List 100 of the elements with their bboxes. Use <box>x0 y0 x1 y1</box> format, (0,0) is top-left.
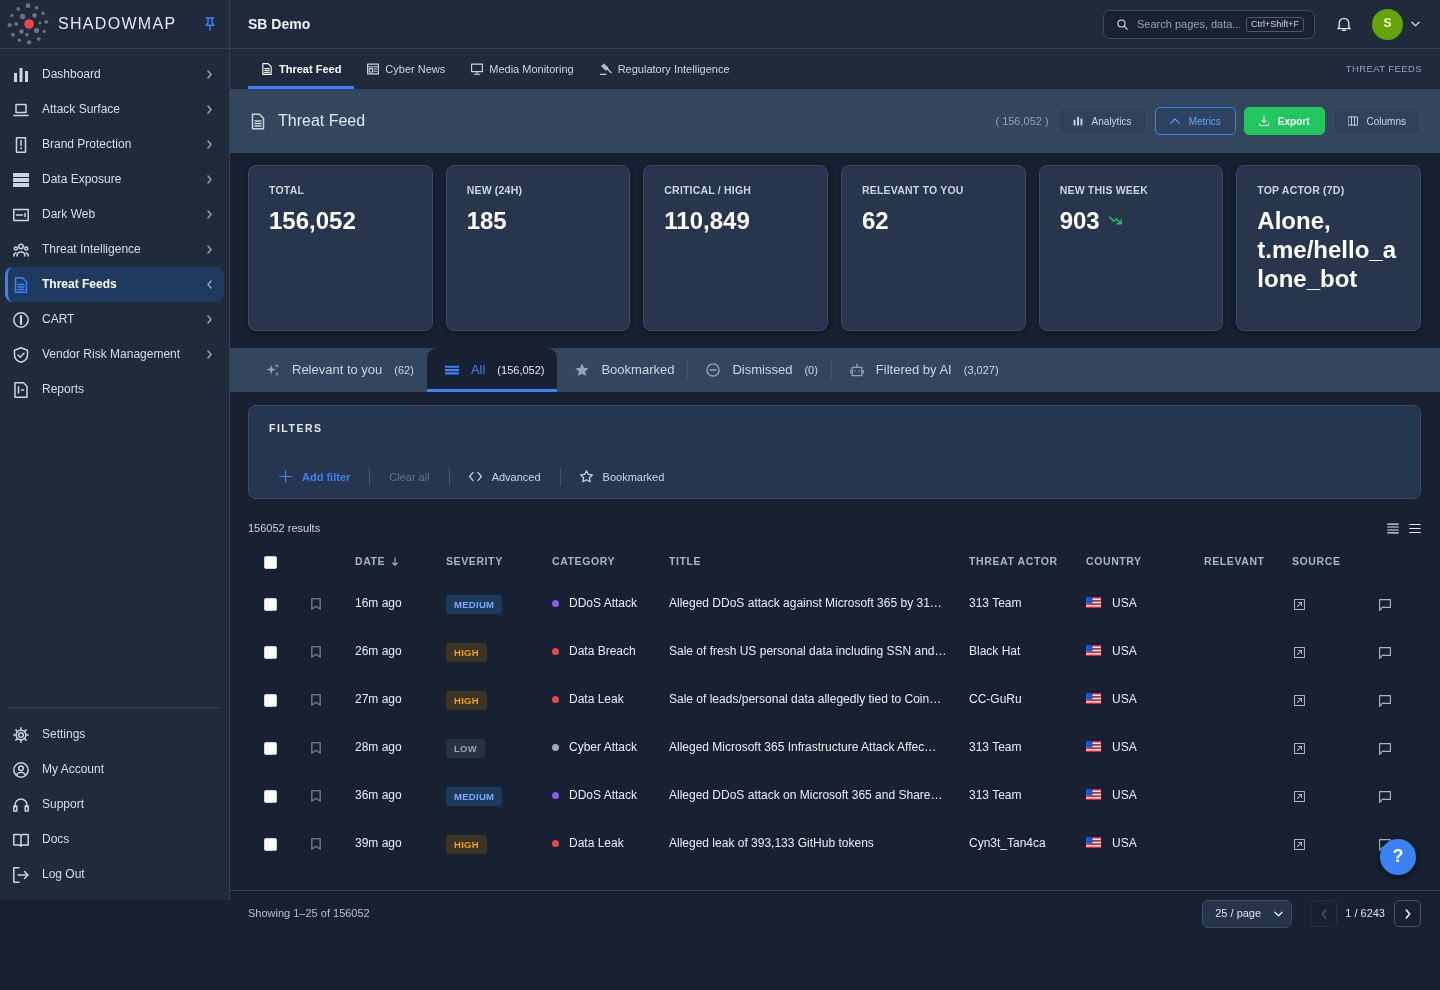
comment-icon[interactable] <box>1379 791 1391 804</box>
sidebar-item[interactable]: Support <box>5 787 224 822</box>
bar-chart-icon <box>1072 116 1083 126</box>
sidebar-item[interactable]: Dashboard <box>5 57 224 92</box>
actor-cell-text: 313 Team <box>968 739 1023 757</box>
workspace-name: SB Demo <box>248 14 311 34</box>
bell-icon[interactable] <box>1337 16 1351 32</box>
stat-value: 185 <box>466 206 508 235</box>
toolbar-button[interactable]: Columns <box>1332 107 1421 135</box>
help-button[interactable]: ? <box>1380 839 1416 875</box>
external-link-icon[interactable] <box>1294 742 1305 754</box>
page-size-select[interactable]: 25 / page <box>1202 899 1293 928</box>
people-icon <box>13 241 29 258</box>
sidebar-item[interactable]: Log Out <box>5 857 224 892</box>
shield-check-icon <box>13 346 29 363</box>
sidebar-item[interactable]: Settings <box>5 717 224 752</box>
title-cell[interactable]: Sale of fresh US personal data including SSN and… <box>654 628 954 676</box>
severity-badge: LOW <box>446 738 486 758</box>
comment-icon[interactable] <box>1379 695 1391 708</box>
filter-tab[interactable]: Filtered by AI (3,027) <box>831 348 1012 392</box>
sidebar-item[interactable]: Brand Protection <box>5 127 224 162</box>
external-link-icon[interactable] <box>1294 790 1305 802</box>
actor-cell-text: 313 Team <box>968 787 1023 805</box>
bookmark-icon[interactable] <box>311 694 321 707</box>
sidebar-item[interactable]: CART <box>5 302 224 337</box>
title-cell[interactable]: Alleged DDoS attack on Microsoft 365 and Share… <box>654 772 954 820</box>
lines-icon <box>444 363 459 377</box>
external-link-icon[interactable] <box>1294 694 1305 706</box>
external-link-icon[interactable] <box>1294 646 1305 658</box>
bookmark-icon[interactable] <box>311 646 321 659</box>
gavel-icon <box>599 63 612 75</box>
filter-tab[interactable]: Relevant to you (62) <box>248 348 427 392</box>
stat-label: NEW THIS WEEK <box>1059 184 1149 197</box>
search-icon <box>1117 18 1128 30</box>
comment-icon[interactable] <box>1379 743 1391 756</box>
bookmark-icon[interactable] <box>311 790 321 803</box>
sidebar-item[interactable]: Threat Feeds <box>5 267 224 302</box>
row-checkbox[interactable] <box>264 645 277 659</box>
page-title: Threat Feed <box>278 111 366 131</box>
title-cell[interactable]: Alleged DDoS attack against Microsoft 365 by 31… <box>654 580 954 628</box>
list-icon[interactable] <box>1387 522 1399 534</box>
bar-chart-icon <box>13 66 29 83</box>
toolbar-button[interactable]: Metrics <box>1154 107 1236 135</box>
comment-icon[interactable] <box>1379 647 1391 660</box>
book-icon <box>13 831 29 848</box>
row-checkbox[interactable] <box>264 837 277 851</box>
chevron-left-icon <box>1320 908 1327 919</box>
category-label: DDoS Attack <box>569 596 638 611</box>
next-page-button[interactable] <box>1394 900 1421 927</box>
row-checkbox[interactable] <box>264 741 277 755</box>
result-count: ( 156,052 ) <box>995 113 1049 129</box>
breadcrumb: THREAT FEEDS <box>1345 62 1422 76</box>
sidebar-item[interactable]: Threat Intelligence <box>5 232 224 267</box>
sidebar-item[interactable]: Dark Web <box>5 197 224 232</box>
bookmark-icon[interactable] <box>311 742 321 755</box>
toolbar-button[interactable]: Analytics <box>1057 107 1147 135</box>
nav-tab[interactable]: Cyber News <box>354 49 459 89</box>
sidebar-item[interactable]: Reports <box>5 372 224 407</box>
external-link-icon[interactable] <box>1294 838 1305 850</box>
row-checkbox[interactable] <box>264 693 277 707</box>
filter-action[interactable]: Advanced <box>458 465 551 488</box>
sidebar-item[interactable]: Docs <box>5 822 224 857</box>
id-card-icon <box>13 206 29 223</box>
stat-value: 110,849 <box>664 206 751 235</box>
filter-tab[interactable]: Dismissed (0) <box>688 348 831 392</box>
bookmark-icon[interactable] <box>311 838 321 851</box>
country-name: USA <box>1112 788 1137 803</box>
headset-icon <box>13 796 29 813</box>
flag-icon <box>1086 789 1101 801</box>
filter-action[interactable]: Bookmarked <box>569 465 675 488</box>
bookmark-icon[interactable] <box>311 598 321 611</box>
sidebar-item[interactable]: Vendor Risk Management <box>5 337 224 372</box>
title-cell[interactable]: Sale of leads/personal data allegedly tied to Coin… <box>654 676 954 724</box>
menu-icon[interactable] <box>1409 522 1421 534</box>
external-link-icon[interactable] <box>1294 598 1305 610</box>
sidebar-item[interactable]: Attack Surface <box>5 92 224 127</box>
caret-down-icon[interactable] <box>1411 21 1420 27</box>
sparkle-icon <box>266 363 280 377</box>
alert-icon <box>13 311 29 328</box>
sidebar-item[interactable]: Data Exposure <box>5 162 224 197</box>
trend-arrow-icon <box>1108 216 1122 225</box>
severity-badge: MEDIUM <box>446 786 503 806</box>
column-header: TITLE <box>669 555 702 568</box>
nav-tab[interactable]: Regulatory Intelligence <box>586 49 743 89</box>
filter-tab[interactable]: All (156,052) <box>426 348 558 392</box>
stat-value: 903 <box>1059 206 1100 235</box>
filter-tab[interactable]: Bookmarked <box>557 348 688 392</box>
gear-icon <box>13 726 29 743</box>
comment-icon[interactable] <box>1379 599 1391 612</box>
row-checkbox[interactable] <box>264 597 277 611</box>
pin-icon[interactable] <box>205 17 215 31</box>
title-cell[interactable]: Alleged Microsoft 365 Infrastructure Attack Affec… <box>654 724 954 772</box>
row-checkbox[interactable] <box>264 789 277 803</box>
category-label: Data Leak <box>569 692 624 707</box>
nav-tab[interactable]: Media Monitoring <box>458 49 587 89</box>
title-cell[interactable]: Alleged leak of 393,133 GitHub tokens <box>654 820 954 868</box>
sidebar-item[interactable]: My Account <box>5 752 224 787</box>
category-label: DDoS Attack <box>569 788 638 803</box>
select-all-checkbox[interactable] <box>264 555 277 569</box>
stat-label: NEW (24H) <box>466 184 524 197</box>
